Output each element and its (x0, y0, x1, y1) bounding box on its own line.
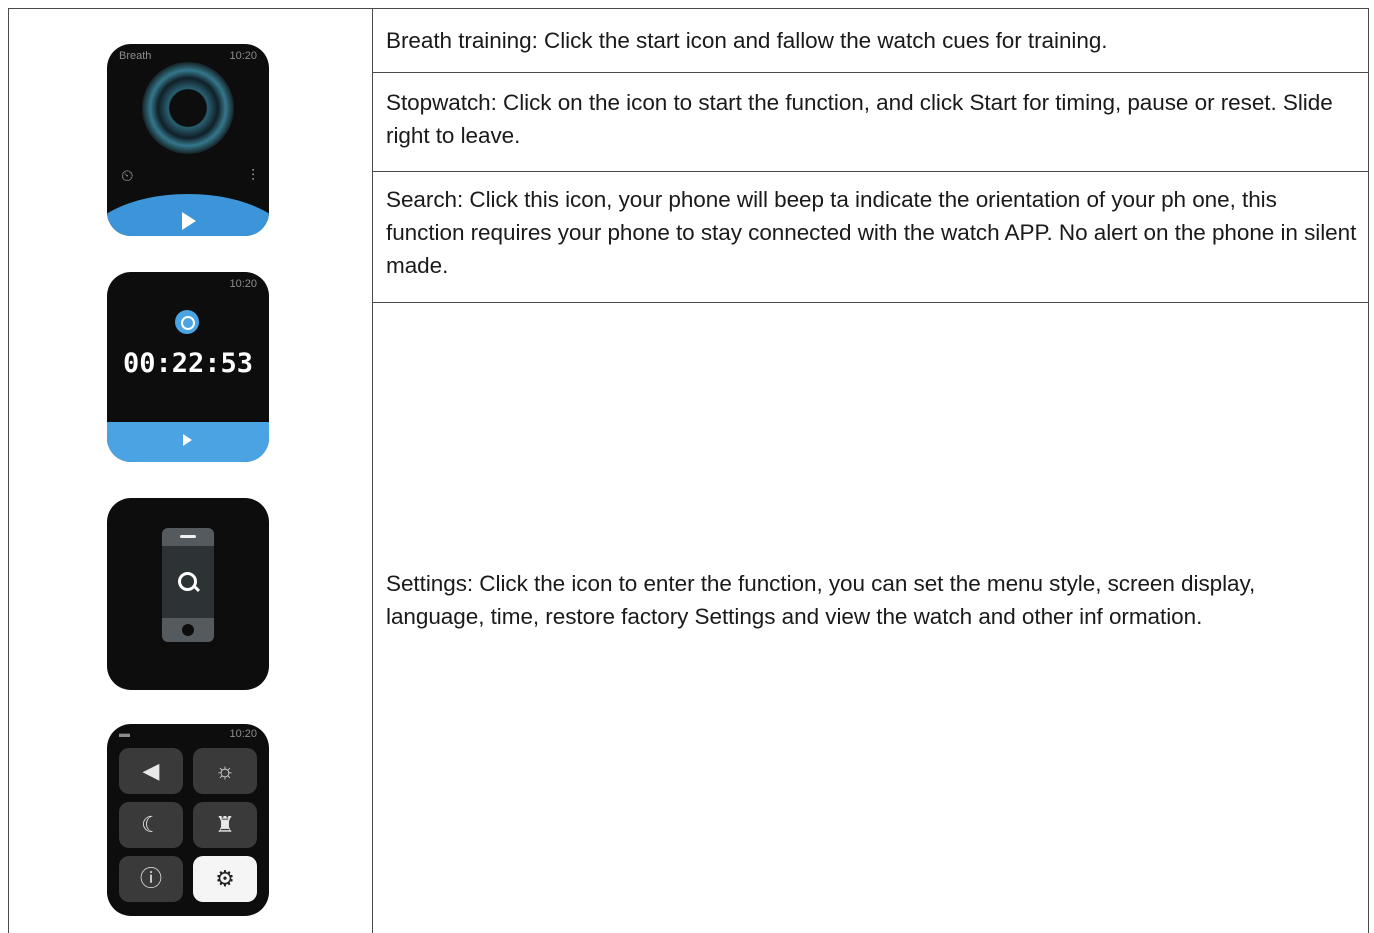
table-right-border (1368, 8, 1369, 933)
row-divider-2 (372, 171, 1369, 172)
phone-home-button (182, 624, 194, 636)
row-divider-3 (372, 302, 1369, 303)
brightness-icon: ☼ (193, 748, 257, 794)
stopwatch-description: Stopwatch: Click on the icon to start th… (386, 90, 1333, 148)
phone-icon (162, 528, 214, 642)
table-column-divider (372, 8, 373, 933)
settings-watch-time: 10:20 (229, 728, 257, 740)
breath-training-description: Breath training: Click the start icon an… (386, 28, 1108, 53)
phone-screen (162, 546, 214, 618)
info-icon: ⓘ (119, 856, 183, 902)
stopwatch-watch-image: 10:20 00:22:53 (107, 272, 269, 462)
breath-watch-label: Breath (119, 50, 152, 62)
settings-description: Settings: Click the icon to enter the fu… (386, 571, 1256, 629)
play-icon (183, 434, 192, 446)
table-left-border (8, 8, 9, 933)
breath-watch-image: Breath 10:20 ⏲ ⫶ (107, 44, 269, 236)
stopwatch-icon (175, 310, 199, 334)
battery-icon: ▬ (119, 728, 130, 740)
row-divider-1 (372, 72, 1369, 73)
stopwatch-display: 00:22:53 (122, 348, 254, 379)
search-description: Search: Click this icon, your phone will… (386, 187, 1357, 278)
moon-icon: ☾ (119, 802, 183, 848)
adjust-icon: ⫶ (250, 168, 255, 185)
settings-watch-image: ▬ 10:20 ◀ ☼ ☾ ♜ ⓘ ⚙ (107, 724, 269, 916)
breath-ring-graphic (142, 62, 234, 154)
search-icon (178, 572, 197, 591)
play-icon (182, 212, 196, 230)
volume-icon: ◀ (119, 748, 183, 794)
gear-icon: ⚙ (193, 856, 257, 902)
phone-speaker (180, 535, 196, 538)
stopwatch-watch-time: 10:20 (229, 278, 257, 290)
timer-icon: ⏲ (121, 168, 134, 185)
table-top-border (8, 8, 1369, 9)
breath-watch-time: 10:20 (229, 50, 257, 62)
search-watch-image (107, 498, 269, 690)
flashlight-icon: ♜ (193, 802, 257, 848)
